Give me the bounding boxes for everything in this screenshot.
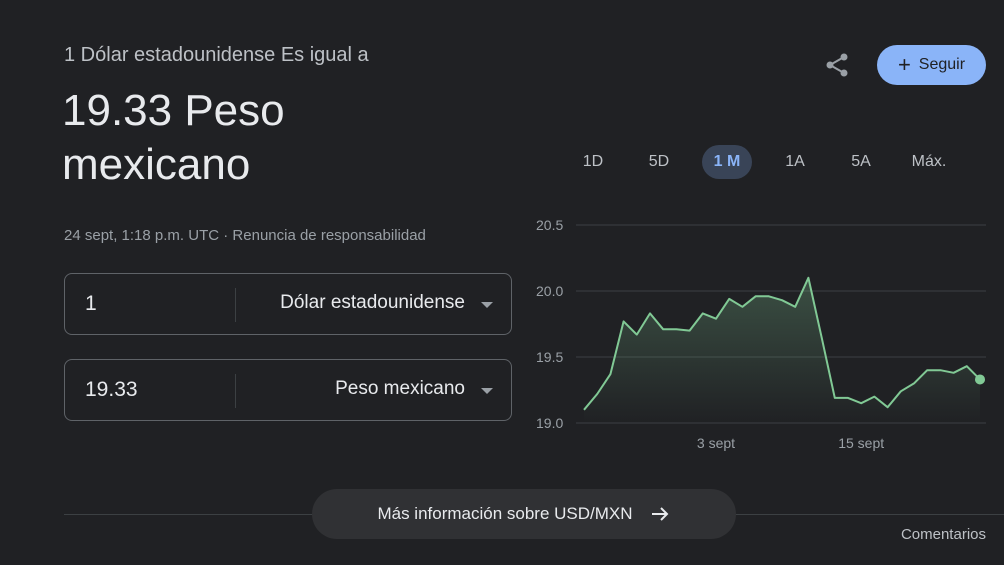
x-tick-label: 15 sept <box>838 435 884 451</box>
x-tick-label: 3 sept <box>697 435 735 451</box>
timestamp: 24 sept, 1:18 p.m. UTC <box>64 227 220 244</box>
to-currency-field[interactable]: 19.33 Peso mexicano <box>64 359 512 421</box>
to-amount-input[interactable]: 19.33 <box>85 378 138 402</box>
separator: · <box>219 227 233 244</box>
more-info-button[interactable]: Más información sobre USD/MXN <box>312 489 736 539</box>
more-info-label: Más información sobre USD/MXN <box>377 504 633 523</box>
range-tab[interactable]: 1D <box>568 145 618 179</box>
timestamp-line: 24 sept, 1:18 p.m. UTC · Renuncia de res… <box>64 227 426 244</box>
arrow-right-icon <box>651 507 668 521</box>
to-currency-select[interactable]: Peso mexicano <box>335 378 465 400</box>
range-tab[interactable]: Máx. <box>904 145 954 179</box>
conversion-subtitle: 1 Dólar estadounidense Es igual a <box>64 44 369 66</box>
range-tabs: 1D 5D 1 M 1A 5A Máx. <box>564 145 974 179</box>
range-tab[interactable]: 5A <box>836 145 886 179</box>
follow-label: Seguir <box>918 56 966 73</box>
from-currency-field[interactable]: 1 Dólar estadounidense <box>64 273 512 335</box>
y-tick-label: 19.5 <box>536 349 563 365</box>
rate-chart: 20.5 20.0 19.5 19.0 3 sept 15 sept <box>536 217 986 451</box>
chevron-down-icon[interactable] <box>481 388 493 394</box>
conversion-result: 19.33 Peso mexicano <box>62 86 285 189</box>
from-currency-select[interactable]: Dólar estadounidense <box>280 292 465 314</box>
range-tab[interactable]: 1 M <box>702 145 752 179</box>
chevron-down-icon[interactable] <box>481 302 493 308</box>
share-icon <box>826 53 848 77</box>
data-point <box>975 374 985 385</box>
range-tab[interactable]: 1A <box>770 145 820 179</box>
disclaimer-link[interactable]: Renuncia de responsabilidad <box>232 227 425 244</box>
share-button[interactable] <box>822 50 852 80</box>
y-tick-label: 20.5 <box>536 217 563 233</box>
field-divider <box>235 374 236 408</box>
range-tab[interactable]: 5D <box>634 145 684 179</box>
follow-button[interactable]: + Seguir <box>877 45 986 85</box>
field-divider <box>235 288 236 322</box>
from-amount-input[interactable]: 1 <box>85 292 97 316</box>
y-tick-label: 20.0 <box>536 283 563 299</box>
y-tick-label: 19.0 <box>536 415 563 431</box>
plus-icon: + <box>897 52 911 77</box>
feedback-link[interactable]: Comentarios <box>901 526 986 543</box>
